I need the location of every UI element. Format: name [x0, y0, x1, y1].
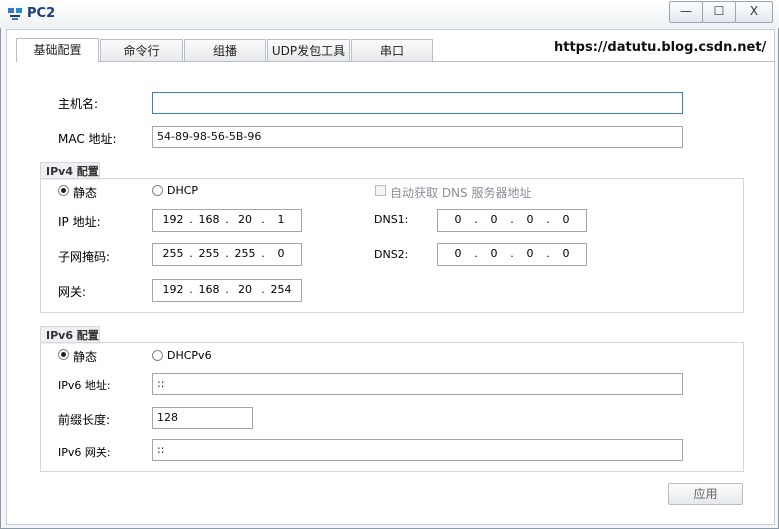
auto-dns-checkbox[interactable]	[375, 185, 386, 196]
prefix-length-label: 前缀长度:	[58, 413, 111, 427]
ipv6-gateway-label: IPv6 网关:	[58, 446, 111, 459]
tab-udp-tool[interactable]: UDP发包工具	[267, 39, 350, 61]
ipv6-gateway-input[interactable]: ::	[152, 439, 683, 461]
window-title: PC2	[27, 6, 56, 21]
ipv4-static-label: 静态	[73, 186, 98, 200]
ipv4-dhcp-label: DHCP	[167, 184, 199, 197]
apply-button[interactable]: 应用	[668, 483, 743, 505]
auto-dns-label: 自动获取 DNS 服务器地址	[390, 186, 532, 200]
tab-divider	[16, 61, 774, 62]
ip-address-label: IP 地址:	[58, 215, 101, 229]
ip-address-input[interactable]: 192. 168. 20. 1	[152, 209, 302, 232]
subnet-mask-input[interactable]: 255. 255. 255. 0	[152, 243, 302, 266]
hostname-input[interactable]	[152, 92, 683, 114]
prefix-length-input[interactable]: 128	[152, 407, 253, 429]
ipv6-address-label: IPv6 地址:	[58, 379, 111, 392]
gateway-label: 网关:	[58, 285, 87, 299]
dns1-input[interactable]: 0. 0. 0. 0	[437, 209, 587, 232]
mac-label: MAC 地址:	[58, 132, 117, 146]
hostname-label: 主机名:	[58, 97, 99, 111]
tab-basic-config[interactable]: 基础配置	[16, 38, 99, 62]
ipv6-dhcp-label: DHCPv6	[167, 349, 212, 362]
tab-command-line[interactable]: 命令行	[100, 39, 183, 61]
dns2-input[interactable]: 0. 0. 0. 0	[437, 243, 587, 266]
dns1-label: DNS1:	[374, 213, 409, 226]
ipv6-dhcp-radio[interactable]	[152, 350, 163, 361]
ipv4-dhcp-radio[interactable]	[152, 185, 163, 196]
ipv6-address-input[interactable]: ::	[152, 373, 683, 395]
subnet-mask-label: 子网掩码:	[58, 250, 111, 264]
gateway-input[interactable]: 192. 168. 20. 254	[152, 279, 302, 302]
maximize-button[interactable]: ☐	[702, 1, 736, 23]
dns2-label: DNS2:	[374, 248, 409, 261]
ipv4-static-radio[interactable]	[58, 185, 69, 196]
close-button[interactable]: X	[735, 1, 773, 23]
title-bar[interactable]: PC2 — ☐ X	[0, 0, 779, 28]
pc-app-icon	[8, 8, 22, 20]
minimize-button[interactable]: —	[669, 1, 703, 23]
mac-input[interactable]: 54-89-98-56-5B-96	[152, 126, 683, 148]
watermark-url: https://datutu.blog.csdn.net/	[554, 40, 767, 55]
tab-serial[interactable]: 串口	[351, 39, 433, 61]
tab-multicast[interactable]: 组播	[184, 39, 266, 61]
ipv6-static-radio[interactable]	[58, 349, 69, 360]
ipv6-static-label: 静态	[73, 350, 98, 364]
